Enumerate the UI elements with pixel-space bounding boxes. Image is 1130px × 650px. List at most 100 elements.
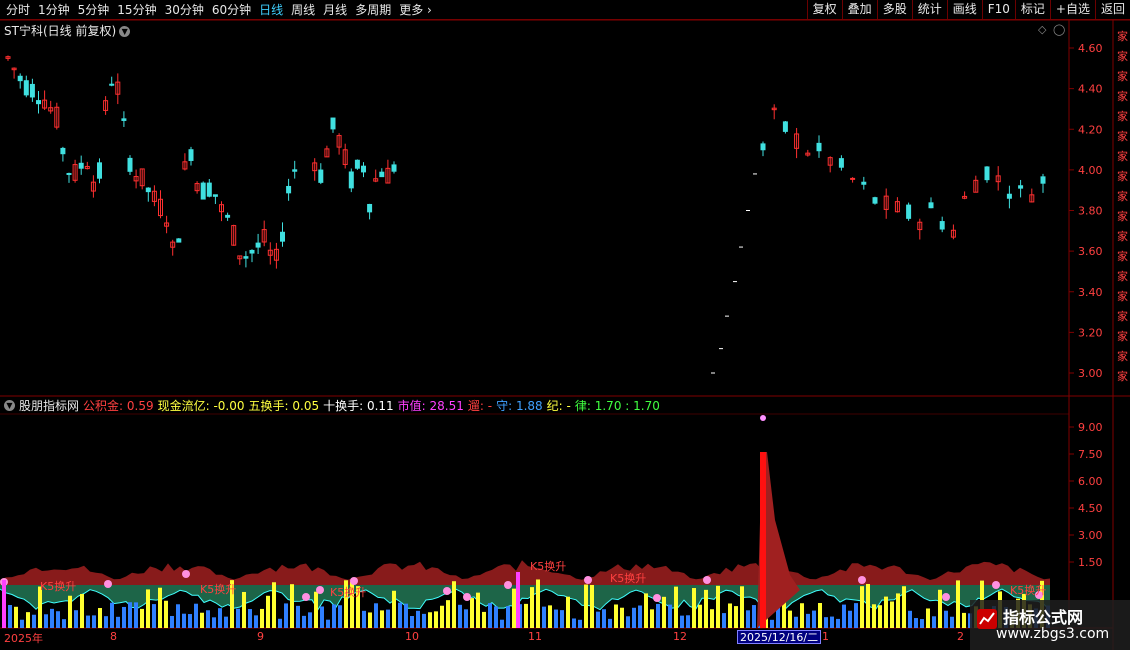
volume-bar (296, 605, 300, 628)
volume-bar (722, 613, 726, 628)
volume-bar (914, 618, 918, 628)
volume-bar (506, 606, 510, 628)
volume-bar (182, 613, 186, 628)
volume-bar (932, 616, 936, 628)
volume-bar (500, 619, 504, 628)
volume-bar (956, 580, 960, 628)
side-column-glyph: 家 (1117, 49, 1128, 63)
price-tick-label: 3.00 (1078, 367, 1103, 380)
side-column-glyph: 家 (1117, 229, 1128, 243)
indicator-header: ▼ 股朋指标网 公积金: 0.59 现金流亿: -0.00 五换手: 0.05 十换手… (0, 397, 664, 413)
volume-bar (464, 609, 468, 628)
side-column-glyph: 家 (1117, 129, 1128, 143)
volume-bar (62, 619, 66, 628)
volume-bar (212, 617, 216, 628)
volume-bar (488, 603, 492, 628)
candle-body (354, 159, 360, 169)
volume-bar (854, 603, 858, 628)
volume-bar (266, 595, 270, 628)
indicator-name: 股朋指标网 (19, 398, 80, 413)
date-label: 8 (110, 630, 117, 643)
candle-body (861, 181, 867, 185)
signal-dot (584, 576, 592, 584)
volume-bar (596, 611, 600, 628)
candle-body (66, 172, 72, 175)
volume-bar (176, 604, 180, 628)
volume-bar (368, 612, 372, 628)
volume-bar (458, 604, 462, 628)
volume-bar (800, 603, 804, 628)
side-column-glyph: 家 (1117, 149, 1128, 163)
volume-bar (200, 612, 204, 628)
volume-bar (380, 610, 384, 628)
indicator-field: 市值: 28.51 (397, 398, 464, 413)
candle-body (23, 80, 29, 96)
candle-body (782, 121, 788, 132)
volume-bar (422, 613, 426, 628)
volume-bar (170, 615, 174, 628)
price-tick-label: 4.40 (1078, 83, 1103, 96)
volume-bar (50, 608, 54, 628)
volume-bar (128, 602, 132, 628)
volume-bar (242, 591, 246, 628)
marker-dot (760, 415, 766, 421)
signal-annotation: K5换升 (40, 579, 76, 593)
candle-body (872, 197, 878, 204)
chevron-down-icon[interactable]: ▼ (4, 399, 15, 411)
volume-bar (944, 610, 948, 628)
volume-bar (632, 607, 636, 628)
volume-bar (80, 593, 84, 628)
volume-bar (860, 586, 864, 628)
volume-bar (284, 603, 288, 628)
volume-bar (572, 618, 576, 628)
candle-body (200, 182, 206, 200)
volume-bar (8, 605, 12, 628)
candle-body (1018, 185, 1024, 189)
volume-bar (818, 603, 822, 628)
volume-bar (116, 616, 120, 628)
side-column-glyph: 家 (1117, 109, 1128, 123)
candle-body (127, 157, 133, 172)
volume-bar (560, 610, 564, 628)
chart-canvas[interactable]: 4.60 4.40 4.20 4.00 3.80 3.60 3.40 3.20 3.00 9.00… (0, 0, 1130, 650)
volume-bar (218, 608, 222, 628)
candle-body (29, 83, 35, 98)
volume-bar (938, 589, 942, 628)
price-tick-label: 4.20 (1078, 123, 1103, 136)
volume-bar (20, 619, 24, 628)
side-column-glyph: 家 (1117, 189, 1128, 203)
volume-bar (98, 608, 102, 628)
volume-bar (374, 603, 378, 628)
volume-bar (692, 588, 696, 628)
volume-bar (644, 593, 648, 628)
candle-body (318, 169, 324, 183)
volume-bar (332, 604, 336, 628)
volume-bar (848, 610, 852, 628)
volume-bar (746, 610, 750, 628)
volume-bar (584, 584, 588, 628)
signal-dot (443, 587, 451, 595)
volume-bar (794, 616, 798, 628)
date-label: 2 (957, 630, 964, 643)
signal-dot (302, 593, 310, 601)
candle-body (188, 149, 194, 161)
candle-body (145, 187, 151, 193)
volume-bar (524, 603, 528, 628)
volume-bar (680, 615, 684, 628)
signal-annotation: K5换升 (330, 585, 366, 599)
volume-bar (806, 613, 810, 628)
volume-bar (512, 588, 516, 628)
volume-bar (590, 584, 594, 628)
candle-body (838, 158, 844, 168)
volume-bar (482, 611, 486, 628)
candle-body (176, 238, 182, 243)
volume-bar (110, 602, 114, 628)
volume-bar (26, 612, 30, 628)
volume-bar (56, 611, 60, 628)
side-column-glyph: 家 (1117, 369, 1128, 383)
date-label: 10 (405, 630, 419, 643)
volume-bar (878, 605, 882, 628)
signal-dot (463, 593, 471, 601)
volume-bar (362, 610, 366, 628)
volume-bar (140, 608, 144, 628)
